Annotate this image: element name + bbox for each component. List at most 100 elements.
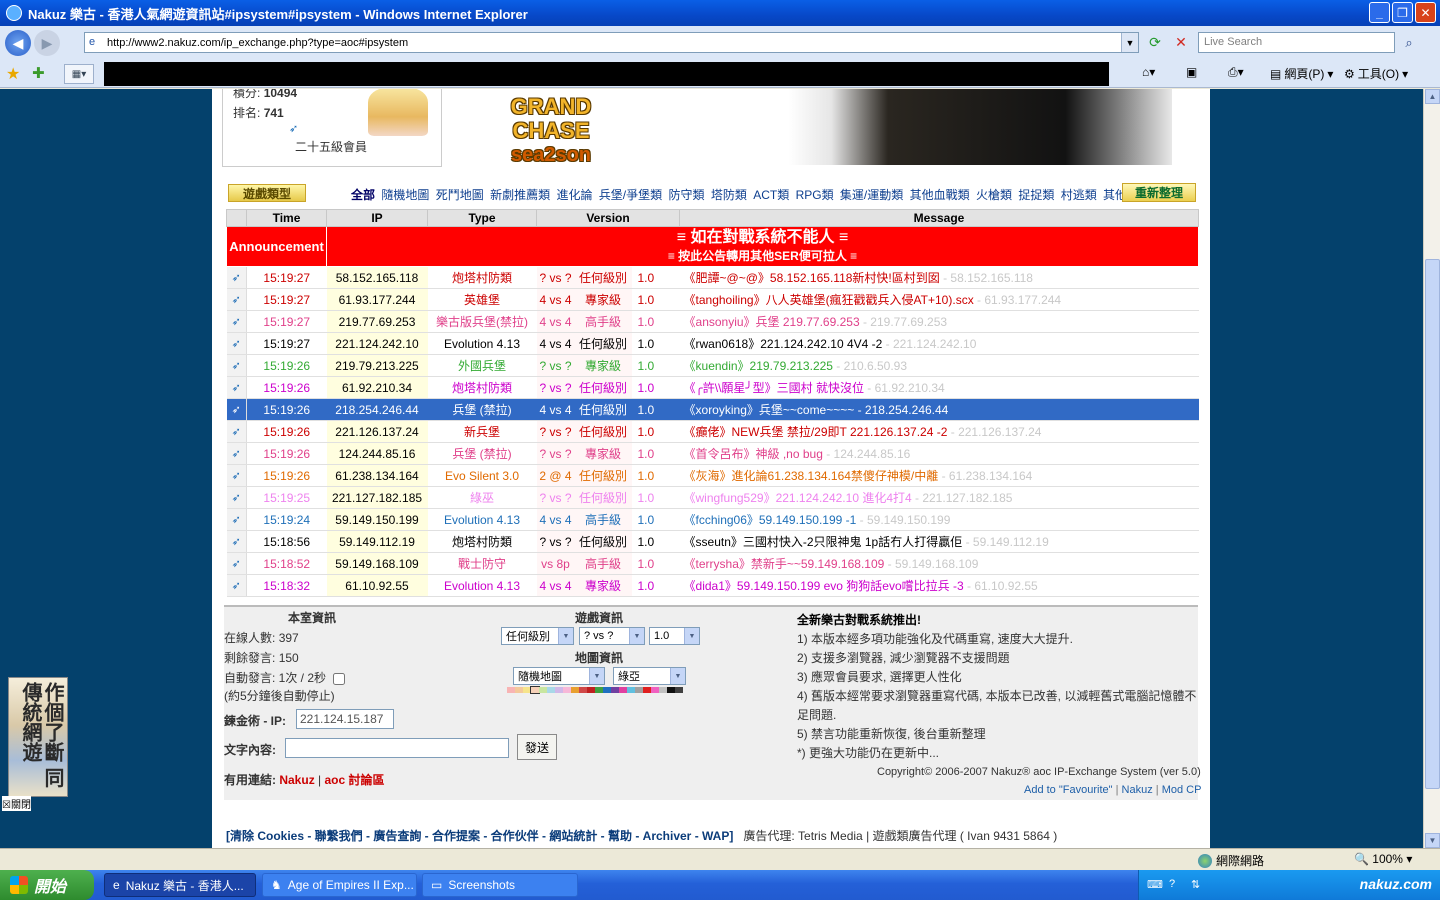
- announcement-text[interactable]: ≡ 如在對戰系統不能人 ≡ ≡ 按此公告轉用其他SER便可拉人 ≡: [325, 226, 1200, 267]
- table-row[interactable]: ➶ 15:19:26 221.126.137.24 新兵堡? vs ? 任何級別 1.0 《…: [226, 420, 1199, 443]
- category-link[interactable]: ACT類: [753, 188, 789, 202]
- row-icon[interactable]: ➶: [226, 288, 247, 311]
- start-button[interactable]: 開始: [0, 870, 94, 900]
- category-link[interactable]: 村逃類: [1061, 188, 1097, 202]
- home-icon[interactable]: ⌂▾: [1142, 65, 1155, 79]
- message-input[interactable]: [285, 738, 509, 758]
- row-message[interactable]: 《terrysha》禁新手~~59.149.168.109 - 59.149.1…: [679, 552, 1199, 575]
- link-aoc-forum[interactable]: aoc 討論區: [324, 773, 384, 787]
- table-row[interactable]: ➶ 15:19:27 219.77.69.253 樂古版兵堡(禁拉) 4 vs 4 高手級…: [226, 310, 1199, 333]
- category-link[interactable]: 塔防類: [711, 188, 747, 202]
- row-icon[interactable]: ➶: [226, 486, 247, 509]
- header-ip[interactable]: IP: [326, 209, 428, 227]
- row-icon[interactable]: ➶: [226, 398, 247, 421]
- table-row[interactable]: ➶ 15:18:56 59.149.112.19 炮塔村防類? vs ? 任何級別 1.0…: [226, 530, 1199, 553]
- row-icon[interactable]: ➶: [226, 574, 247, 597]
- header-time[interactable]: Time: [246, 209, 327, 227]
- table-row[interactable]: ➶ 15:19:26 218.254.246.44 兵堡 (禁拉) 4 vs 4 任何級別…: [226, 398, 1199, 421]
- avatar[interactable]: [368, 89, 428, 136]
- header-message[interactable]: Message: [679, 209, 1200, 227]
- palette-swatch[interactable]: [587, 687, 595, 693]
- send-button[interactable]: 發送: [517, 734, 557, 760]
- announcement-row[interactable]: Announcement ≡ 如在對戰系統不能人 ≡ ≡ 按此公告轉用其他SER…: [226, 226, 1200, 267]
- row-message[interactable]: 《kuendin》219.79.213.225 - 210.6.50.93: [679, 354, 1199, 377]
- category-link[interactable]: 隨機地圖: [381, 188, 429, 202]
- row-message[interactable]: 《ansonyiu》兵堡 219.77.69.253 - 219.77.69.2…: [679, 310, 1199, 333]
- row-icon[interactable]: ➶: [226, 508, 247, 531]
- category-link[interactable]: 死鬥地圖: [436, 188, 484, 202]
- row-icon[interactable]: ➶: [226, 332, 247, 355]
- search-icon[interactable]: ⌕: [1398, 32, 1420, 53]
- add-favorite-icon[interactable]: ✚: [32, 64, 45, 82]
- maximize-button[interactable]: ❐: [1392, 2, 1413, 23]
- tools-menu[interactable]: ⚙ 工具(O) ▾: [1344, 65, 1408, 82]
- row-message[interactable]: 《wingfung529》221.124.242.10 進化4打4 - 221.…: [679, 486, 1199, 509]
- table-row[interactable]: ➶ 15:19:24 59.149.150.199 Evolution 4.13 4 v…: [226, 508, 1199, 531]
- quick-tabs-icon[interactable]: ▦▾: [64, 64, 94, 84]
- row-icon[interactable]: ➶: [226, 464, 247, 487]
- auto-post-checkbox[interactable]: [333, 672, 346, 685]
- table-row[interactable]: ➶ 15:19:27 221.124.242.10 Evolution 4.13 4 v…: [226, 332, 1199, 355]
- palette-swatch[interactable]: [571, 687, 579, 693]
- palette-swatch[interactable]: [651, 687, 659, 693]
- table-row[interactable]: ➶ 15:19:27 58.152.165.118 炮塔村防類? vs ? 任何級別 1.…: [226, 266, 1199, 289]
- table-row[interactable]: ➶ 15:19:26 61.238.134.164 Evo Silent 3.0 2 @…: [226, 464, 1199, 487]
- scroll-down-icon[interactable]: ▼: [1425, 833, 1440, 848]
- scroll-up-icon[interactable]: ▲: [1425, 89, 1440, 104]
- row-icon[interactable]: ➶: [226, 420, 247, 443]
- back-button[interactable]: ◀: [5, 30, 31, 56]
- row-message[interactable]: 《rwan0618》221.124.242.10 4V4 -2 - 221.12…: [679, 332, 1199, 355]
- category-link[interactable]: 進化論: [556, 188, 592, 202]
- category-link[interactable]: 新劇推薦類: [490, 188, 550, 202]
- category-link[interactable]: 火槍類: [976, 188, 1012, 202]
- palette-swatch[interactable]: [555, 687, 563, 693]
- page-menu[interactable]: ▤ 網頁(P) ▾: [1270, 65, 1333, 82]
- level-select[interactable]: 任何級別 ▼: [501, 627, 574, 645]
- row-icon[interactable]: ➶: [226, 310, 247, 333]
- category-link[interactable]: 集運/運動類: [840, 188, 903, 202]
- task-ie[interactable]: e Nakuz 樂古 - 香港人...: [104, 873, 256, 897]
- row-icon[interactable]: ➶: [226, 354, 247, 377]
- task-screenshots[interactable]: ▭ Screenshots: [422, 873, 578, 897]
- banner-logo[interactable]: GRAND CHASE sea2son: [476, 95, 626, 167]
- table-row[interactable]: ➶ 15:19:27 61.93.177.244 英雄堡 4 vs 4 專家級 1.0 《ta…: [226, 288, 1199, 311]
- palette-swatch[interactable]: [611, 687, 619, 693]
- version-select[interactable]: 1.0 ▼: [649, 627, 700, 645]
- palette-swatch[interactable]: [595, 687, 603, 693]
- players-select[interactable]: ? vs ? ▼: [579, 627, 645, 645]
- table-row[interactable]: ➶ 15:19:26 124.244.85.16 兵堡 (禁拉)? vs ? 專家級 1.…: [226, 442, 1199, 465]
- refresh-list-button[interactable]: 重新整理: [1122, 183, 1196, 202]
- color-palette[interactable]: [507, 686, 683, 694]
- row-message[interactable]: 《dida1》59.149.150.199 evo 狗狗話evo嚐比拉兵 -3 …: [679, 574, 1199, 597]
- feeds-icon[interactable]: ▣: [1186, 65, 1197, 79]
- palette-swatch[interactable]: [627, 687, 635, 693]
- row-icon[interactable]: ➶: [226, 376, 247, 399]
- side-ad-close-button[interactable]: ☒關閉: [2, 796, 31, 811]
- header-version[interactable]: Version: [535, 209, 681, 227]
- stop-icon[interactable]: ✕: [1170, 32, 1192, 53]
- category-link[interactable]: 其他血戰類: [910, 188, 970, 202]
- address-dropdown-icon[interactable]: ▼: [1121, 33, 1138, 52]
- category-link[interactable]: 全部: [351, 188, 375, 202]
- palette-swatch[interactable]: [675, 687, 683, 693]
- palette-swatch[interactable]: [603, 687, 611, 693]
- palette-swatch[interactable]: [659, 687, 667, 693]
- live-search-input[interactable]: Live Search: [1198, 32, 1395, 53]
- map-color-select[interactable]: 綠亞 ▼: [613, 667, 686, 685]
- row-message[interactable]: 《肥譚~@~@》58.152.165.118新村快!區村到囡 - 58.152.…: [679, 266, 1199, 289]
- side-ad[interactable]: 作個了斷 同傳統網遊: [8, 677, 68, 797]
- category-link[interactable]: 兵堡/爭堡類: [599, 188, 662, 202]
- task-aoe[interactable]: ♞ Age of Empires II Exp...: [262, 873, 417, 897]
- forward-button[interactable]: ▶: [34, 30, 60, 56]
- refresh-icon[interactable]: ⟳: [1144, 32, 1166, 53]
- table-row[interactable]: ➶ 15:19:26 61.92.210.34 炮塔村防類? vs ? 任何級別 1.0 《…: [226, 376, 1199, 399]
- link-nakuz[interactable]: Nakuz: [279, 773, 314, 787]
- palette-swatch[interactable]: [635, 687, 643, 693]
- map-select[interactable]: 隨機地圖 ▼: [513, 667, 605, 685]
- row-icon[interactable]: ➶: [226, 442, 247, 465]
- category-link[interactable]: 捉捉類: [1018, 188, 1054, 202]
- favorites-star-icon[interactable]: ★: [6, 64, 20, 84]
- palette-swatch[interactable]: [515, 687, 523, 693]
- row-icon[interactable]: ➶: [226, 266, 247, 289]
- row-message[interactable]: 《╭許\\願星╯型》三國村 就快沒位 - 61.92.210.34: [679, 376, 1199, 399]
